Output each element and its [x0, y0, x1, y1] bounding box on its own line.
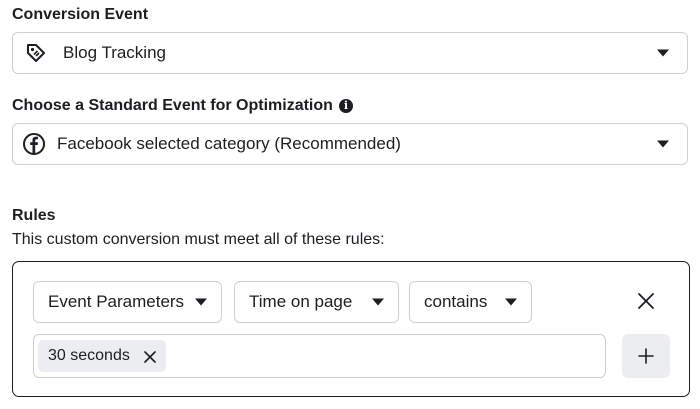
tag-icon [21, 38, 51, 68]
add-rule-button[interactable] [622, 334, 670, 378]
chevron-down-icon [505, 298, 517, 306]
standard-event-select[interactable]: Facebook selected category (Recommended) [12, 123, 688, 165]
standard-event-label: Choose a Standard Event for Optimization… [12, 97, 353, 115]
standard-event-value: Facebook selected category (Recommended) [57, 134, 401, 153]
value-chip: 30 seconds [38, 340, 166, 372]
conversion-event-select[interactable]: Blog Tracking [12, 32, 688, 74]
conversion-settings-form: Conversion Event Blog Tracking Choose a … [0, 0, 700, 409]
conversion-event-value: Blog Tracking [63, 43, 166, 62]
event-parameters-select[interactable]: Event Parameters [33, 281, 222, 323]
info-icon[interactable]: i [338, 98, 353, 113]
rules-description: This custom conversion must meet all of … [12, 231, 385, 248]
rules-container: Event Parameters Time on page contains 3… [12, 261, 690, 397]
facebook-icon [19, 129, 49, 159]
chevron-down-icon [657, 140, 669, 148]
operator-select[interactable]: contains [409, 281, 532, 323]
rules-title: Rules [12, 207, 56, 224]
value-chip-label: 30 seconds [48, 347, 130, 364]
chevron-down-icon [195, 298, 207, 306]
event-parameters-value: Event Parameters [48, 292, 185, 311]
remove-chip-icon[interactable] [144, 350, 156, 363]
operator-value: contains [424, 292, 488, 311]
chevron-down-icon [372, 298, 384, 306]
plus-icon [638, 348, 654, 364]
rule-value-input[interactable]: 30 seconds [33, 334, 606, 378]
time-on-page-value: Time on page [249, 292, 353, 311]
time-on-page-select[interactable]: Time on page [234, 281, 399, 323]
conversion-event-label: Conversion Event [12, 6, 149, 23]
remove-rule-icon[interactable] [635, 290, 657, 312]
chevron-down-icon [657, 49, 669, 57]
